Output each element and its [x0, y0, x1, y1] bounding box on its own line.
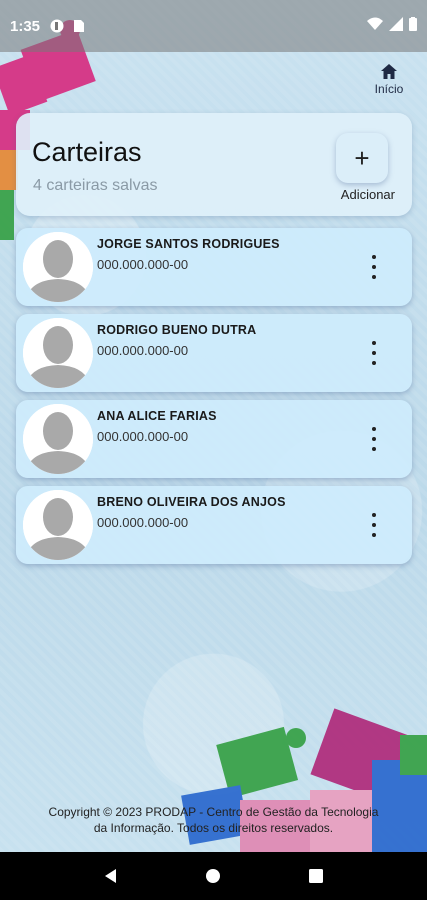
wallet-document: 000.000.000-00	[97, 257, 189, 272]
home-nav-link[interactable]: Início	[371, 62, 407, 96]
copyright-line-1: Copyright © 2023 PRODAP - Centro de Gest…	[48, 805, 379, 819]
more-vert-icon[interactable]	[370, 341, 378, 365]
battery-icon	[409, 17, 417, 35]
recents-icon[interactable]	[304, 864, 328, 888]
copyright-footer: Copyright © 2023 PRODAP - Centro de Gest…	[0, 804, 427, 836]
person-placeholder-icon	[23, 490, 93, 560]
person-placeholder-icon	[23, 232, 93, 302]
person-placeholder-icon	[23, 404, 93, 474]
wallet-document: 000.000.000-00	[97, 343, 189, 358]
more-vert-icon[interactable]	[370, 513, 378, 537]
page-title: Carteiras	[32, 137, 142, 167]
wallets-count: 4 carteiras salvas	[33, 177, 158, 194]
avatar	[23, 490, 93, 560]
wallet-holder-name: ANA ALICE FARIAS	[97, 409, 217, 423]
wallet-holder-name: RODRIGO BUENO DUTRA	[97, 323, 257, 337]
wallet-holder-name: BRENO OLIVEIRA DOS ANJOS	[97, 495, 286, 509]
home-label: Início	[374, 82, 404, 96]
home-icon	[381, 64, 397, 79]
wallet-document: 000.000.000-00	[97, 429, 189, 444]
more-vert-icon[interactable]	[370, 255, 378, 279]
wallet-card[interactable]: BRENO OLIVEIRA DOS ANJOS 000.000.000-00	[16, 486, 412, 564]
avatar	[23, 404, 93, 474]
notification-icon	[50, 19, 64, 33]
status-bar: 1:35	[0, 0, 427, 52]
person-placeholder-icon	[23, 318, 93, 388]
avatar	[23, 232, 93, 302]
wallet-document: 000.000.000-00	[97, 515, 189, 530]
system-nav-bar	[0, 852, 427, 900]
avatar	[23, 318, 93, 388]
plus-icon: +	[354, 142, 370, 173]
wallet-card[interactable]: RODRIGO BUENO DUTRA 000.000.000-00	[16, 314, 412, 392]
wallet-card[interactable]: JORGE SANTOS RODRIGUES 000.000.000-00	[16, 228, 412, 306]
wifi-icon	[367, 17, 383, 35]
add-wallet-label[interactable]: Adicionar	[341, 187, 395, 202]
wallet-holder-name: JORGE SANTOS RODRIGUES	[97, 237, 280, 251]
signal-icon	[389, 17, 403, 35]
back-icon[interactable]	[99, 864, 123, 888]
add-wallet-button[interactable]: +	[336, 133, 388, 183]
home-nav-icon[interactable]	[201, 864, 225, 888]
more-vert-icon[interactable]	[370, 427, 378, 451]
wallet-card[interactable]: ANA ALICE FARIAS 000.000.000-00	[16, 400, 412, 478]
wallets-header-card: Carteiras 4 carteiras salvas + Adicionar	[16, 113, 412, 216]
sim-icon	[72, 19, 86, 33]
copyright-line-2: da Informação. Todos os direitos reserva…	[93, 821, 334, 835]
status-time: 1:35	[10, 17, 41, 35]
